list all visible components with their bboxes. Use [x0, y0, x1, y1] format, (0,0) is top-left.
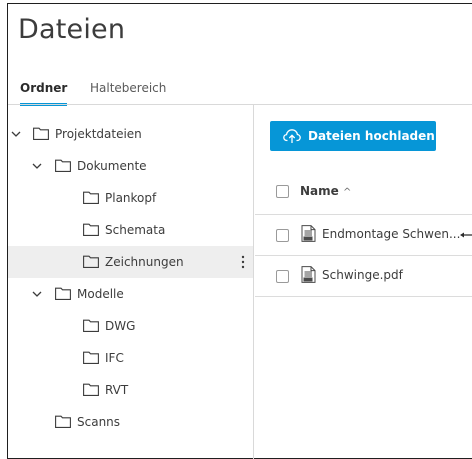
files-panel: Dateien Ordner Haltebereich Projektdatei…: [7, 3, 472, 459]
pdf-icon: [301, 225, 316, 242]
tree-item-label: Plankopf: [105, 191, 157, 205]
pdf-icon: [301, 266, 316, 283]
tree-item-dwg[interactable]: DWG: [8, 310, 253, 342]
tab-label: Ordner: [20, 81, 68, 95]
tree-item-label: Zeichnungen: [105, 255, 184, 269]
tree-item-projektdateien[interactable]: Projektdateien: [8, 118, 253, 150]
tree-item-label: RVT: [105, 383, 129, 397]
row-divider: [255, 296, 472, 297]
tree-item-rvt[interactable]: RVT: [8, 374, 253, 406]
tree-item-label: Scanns: [77, 415, 121, 429]
chevron-down-icon[interactable]: [32, 289, 42, 299]
tree-item-schemata[interactable]: Schemata: [8, 214, 253, 246]
tree-item-label: IFC: [105, 351, 124, 365]
column-header-label: Name: [300, 184, 339, 198]
tree-item-label: DWG: [105, 319, 136, 333]
cloud-upload-icon: [283, 129, 301, 143]
tab-bar: Ordner Haltebereich: [8, 76, 472, 106]
tree-item-label: Modelle: [77, 287, 124, 301]
folder-tree: Projektdateien Dokumente Plankopf Schema…: [8, 105, 254, 459]
arrow-left-icon: [460, 232, 472, 238]
tab-label: Haltebereich: [90, 81, 167, 95]
folder-icon: [33, 127, 49, 140]
tree-item-ifc[interactable]: IFC: [8, 342, 253, 374]
page-title: Dateien: [18, 14, 126, 45]
folder-icon: [55, 415, 71, 428]
tree-item-label: Dokumente: [77, 159, 147, 173]
tab-haltebereich[interactable]: Haltebereich: [90, 81, 166, 106]
chevron-down-icon[interactable]: [11, 129, 21, 139]
file-name[interactable]: Schwinge.pdf: [322, 268, 403, 282]
tree-item-label: Projektdateien: [55, 127, 142, 141]
upload-button-label: Dateien hochladen: [308, 129, 435, 143]
table-row[interactable]: Schwinge.pdf: [255, 256, 472, 296]
upload-files-button[interactable]: Dateien hochladen: [270, 121, 436, 151]
folder-icon: [83, 319, 99, 332]
folder-icon: [83, 383, 99, 396]
select-all-checkbox[interactable]: [276, 185, 289, 198]
folder-icon: [83, 351, 99, 364]
tree-item-zeichnungen[interactable]: Zeichnungen: [8, 246, 253, 278]
tree-item-label: Schemata: [105, 223, 166, 237]
folder-icon: [83, 191, 99, 204]
row-checkbox[interactable]: [276, 229, 289, 242]
row-checkbox[interactable]: [276, 270, 289, 283]
folder-icon: [55, 159, 71, 172]
tree-item-dokumente[interactable]: Dokumente: [8, 150, 253, 182]
folder-icon: [83, 223, 99, 236]
tree-item-plankopf[interactable]: Plankopf: [8, 182, 253, 214]
sort-ascending-icon: ^: [342, 187, 352, 198]
folder-icon: [83, 255, 99, 268]
tree-item-modelle[interactable]: Modelle: [8, 278, 253, 310]
table-row[interactable]: Endmontage Schwen...: [255, 215, 472, 255]
file-list-panel: Dateien hochladen Name ^ Endmontage Schw…: [255, 105, 472, 459]
column-header-name[interactable]: Name ^: [300, 184, 351, 198]
folder-icon: [55, 287, 71, 300]
kebab-menu-icon[interactable]: [241, 255, 245, 269]
file-name[interactable]: Endmontage Schwen...: [322, 227, 460, 241]
tree-item-scanns[interactable]: Scanns: [8, 406, 253, 438]
chevron-down-icon[interactable]: [32, 161, 42, 171]
tab-ordner[interactable]: Ordner: [20, 81, 68, 106]
